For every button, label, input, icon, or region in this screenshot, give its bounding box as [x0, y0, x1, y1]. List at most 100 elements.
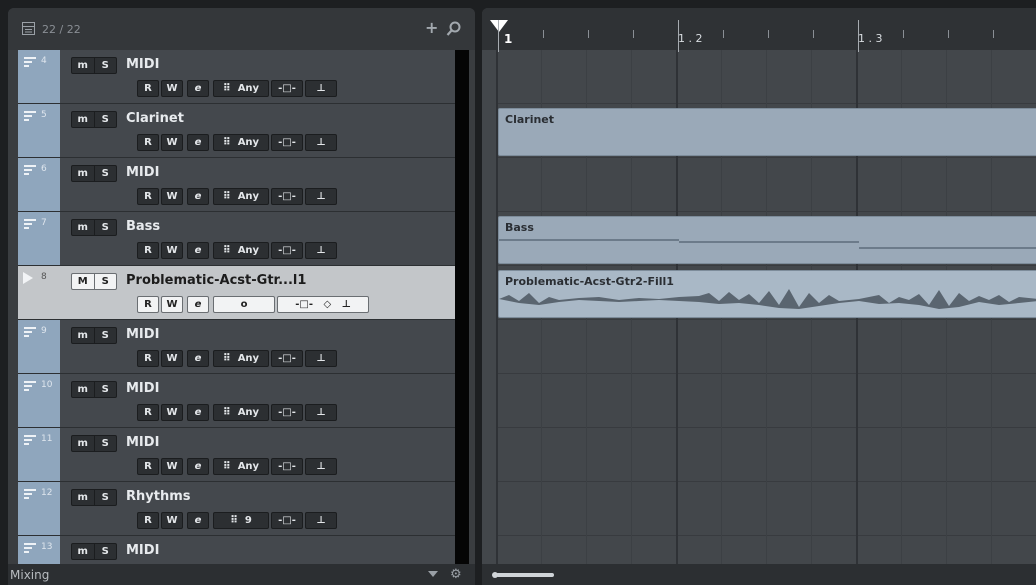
input-channel-select[interactable]: ⠿ 9: [213, 512, 269, 529]
send-fx-icon[interactable]: ⊥: [305, 188, 337, 205]
mute-button[interactable]: m: [72, 328, 94, 343]
track-list-scrollbar[interactable]: [455, 50, 469, 564]
input-channel-select[interactable]: ⠿ Any: [213, 188, 269, 205]
mute-button[interactable]: m: [72, 544, 94, 559]
track-name[interactable]: MIDI: [126, 165, 159, 180]
edit-instrument-button[interactable]: e: [187, 188, 209, 205]
edit-instrument-button[interactable]: e: [187, 296, 209, 313]
read-automation-button[interactable]: R: [137, 404, 159, 421]
track-row[interactable]: 7 m S Bass R We ⠿ Any -□- ⊥: [18, 212, 455, 266]
send-fx-icon[interactable]: ⊥: [305, 80, 337, 97]
mute-button[interactable]: m: [72, 436, 94, 451]
track-number-strip[interactable]: 5: [18, 104, 60, 157]
edit-instrument-button[interactable]: e: [187, 242, 209, 259]
track-number-strip[interactable]: 10: [18, 374, 60, 427]
project-cursor-icon[interactable]: [490, 20, 508, 32]
read-automation-button[interactable]: R: [137, 350, 159, 367]
insert-fx-icon[interactable]: -□-: [271, 350, 303, 367]
chevron-down-icon[interactable]: [428, 571, 438, 577]
insert-fx-icon[interactable]: -□-: [271, 512, 303, 529]
track-row[interactable]: 11 m S MIDI R We ⠿ Any -□- ⊥: [18, 428, 455, 482]
solo-button[interactable]: S: [93, 490, 117, 505]
event-guitar-audio[interactable]: Problematic-Acst-Gtr2-Fill1: [498, 270, 1036, 318]
write-automation-button[interactable]: W: [161, 242, 183, 259]
mute-button[interactable]: m: [72, 58, 94, 73]
write-automation-button[interactable]: W: [161, 458, 183, 475]
edit-instrument-button[interactable]: e: [187, 404, 209, 421]
write-automation-button[interactable]: W: [161, 296, 183, 313]
track-row[interactable]: 12 m S Rhythms R We ⠿ 9 -□- ⊥: [18, 482, 455, 536]
read-automation-button[interactable]: R: [137, 188, 159, 205]
track-number-strip[interactable]: 9: [18, 320, 60, 373]
track-row[interactable]: 9 m S MIDI R We ⠿ Any -□- ⊥: [18, 320, 455, 374]
input-channel-select[interactable]: ⠿ Any: [213, 404, 269, 421]
track-list-icon[interactable]: [22, 22, 35, 35]
track-row[interactable]: 8 M S Problematic-Acst-Gtr...l1 R We o -□- ◇ ⊥: [18, 266, 455, 320]
insert-fx-icon[interactable]: -□-: [271, 80, 303, 97]
insert-fx-icon[interactable]: -□-: [271, 134, 303, 151]
send-fx-icon[interactable]: ⊥: [305, 512, 337, 529]
mute-button[interactable]: m: [72, 220, 94, 235]
send-fx-icon[interactable]: ⊥: [305, 404, 337, 421]
track-row[interactable]: 6 m S MIDI R We ⠿ Any -□- ⊥: [18, 158, 455, 212]
track-row[interactable]: 13 m S MIDI: [18, 536, 455, 564]
track-name[interactable]: Problematic-Acst-Gtr...l1: [126, 273, 306, 288]
solo-button[interactable]: S: [93, 436, 117, 451]
event-bass[interactable]: Bass: [498, 216, 1036, 264]
solo-button[interactable]: S: [93, 382, 117, 397]
horizontal-scrollbar[interactable]: [482, 564, 1036, 585]
track-number-strip[interactable]: 7: [18, 212, 60, 265]
mute-button[interactable]: m: [72, 166, 94, 181]
insert-fx-icon[interactable]: -□-: [271, 404, 303, 421]
input-channel-select[interactable]: ⠿ Any: [213, 458, 269, 475]
read-automation-button[interactable]: R: [137, 512, 159, 529]
input-channel-select[interactable]: ⠿ Any: [213, 134, 269, 151]
solo-button[interactable]: S: [93, 328, 117, 343]
input-channel-select[interactable]: ⠿ Any: [213, 242, 269, 259]
send-fx-icon[interactable]: ⊥: [305, 242, 337, 259]
write-automation-button[interactable]: W: [161, 80, 183, 97]
write-automation-button[interactable]: W: [161, 134, 183, 151]
write-automation-button[interactable]: W: [161, 404, 183, 421]
track-name[interactable]: MIDI: [126, 543, 159, 558]
scroll-thumb[interactable]: [496, 573, 554, 577]
read-automation-button[interactable]: R: [137, 80, 159, 97]
edit-instrument-button[interactable]: e: [187, 80, 209, 97]
track-number-strip[interactable]: 8: [18, 266, 60, 319]
add-track-icon[interactable]: +: [425, 18, 438, 37]
event-clarinet[interactable]: Clarinet: [498, 108, 1036, 156]
read-automation-button[interactable]: R: [137, 296, 159, 313]
event-grid[interactable]: Clarinet Bass Problematic-Acst-Gtr2-Fill…: [496, 50, 1036, 564]
edit-instrument-button[interactable]: e: [187, 350, 209, 367]
edit-instrument-button[interactable]: e: [187, 458, 209, 475]
insert-fx-icon[interactable]: -□-: [271, 458, 303, 475]
write-automation-button[interactable]: W: [161, 512, 183, 529]
track-name[interactable]: MIDI: [126, 381, 159, 396]
solo-button[interactable]: S: [93, 220, 117, 235]
read-automation-button[interactable]: R: [137, 134, 159, 151]
insert-fx-icon[interactable]: -□-: [271, 188, 303, 205]
write-automation-button[interactable]: W: [161, 350, 183, 367]
solo-button[interactable]: S: [93, 58, 117, 73]
track-name[interactable]: MIDI: [126, 327, 159, 342]
edit-instrument-button[interactable]: e: [187, 134, 209, 151]
send-fx-icon[interactable]: ⊥: [305, 134, 337, 151]
track-name[interactable]: Rhythms: [126, 489, 191, 504]
gear-icon[interactable]: ⚙: [450, 567, 462, 582]
search-icon[interactable]: [446, 21, 462, 37]
mute-button[interactable]: m: [72, 112, 94, 127]
mute-button[interactable]: m: [72, 490, 94, 505]
read-automation-button[interactable]: R: [137, 458, 159, 475]
track-number-strip[interactable]: 12: [18, 482, 60, 535]
solo-button[interactable]: S: [93, 166, 117, 181]
read-automation-button[interactable]: R: [137, 242, 159, 259]
mute-button[interactable]: M: [72, 274, 94, 289]
solo-button[interactable]: S: [93, 112, 117, 127]
ruler[interactable]: 1 1 . 2 1 . 3: [482, 8, 1036, 52]
monitor-button[interactable]: o: [213, 296, 275, 313]
mute-button[interactable]: m: [72, 382, 94, 397]
track-row[interactable]: 4 m S MIDI R We ⠿ Any -□- ⊥: [18, 50, 455, 104]
track-number-strip[interactable]: 4: [18, 50, 60, 103]
track-number-strip[interactable]: 6: [18, 158, 60, 211]
track-row[interactable]: 5 m S Clarinet R We ⠿ Any -□- ⊥: [18, 104, 455, 158]
